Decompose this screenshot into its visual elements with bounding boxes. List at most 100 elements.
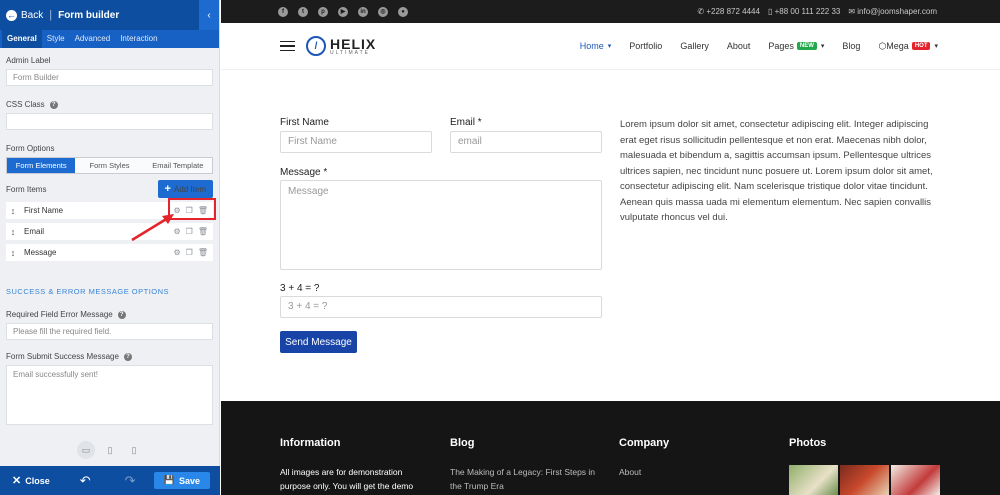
nav-about-label: About bbox=[726, 41, 751, 51]
photo-thumbnail[interactable] bbox=[891, 465, 940, 495]
undo-icon[interactable]: ↶ bbox=[80, 473, 91, 489]
twitter-icon[interactable]: t bbox=[298, 6, 308, 17]
pinterest-icon[interactable]: p bbox=[318, 6, 328, 17]
photo-thumbnail[interactable] bbox=[789, 465, 838, 495]
phone-number: +228 872 4444 bbox=[706, 7, 760, 16]
copy-icon[interactable]: ❐ bbox=[186, 248, 193, 257]
redo-icon[interactable]: ↷ bbox=[125, 473, 136, 489]
tablet-icon[interactable]: ▯ bbox=[101, 441, 119, 459]
message-textarea[interactable]: Message bbox=[280, 180, 602, 270]
back-arrow-icon: ← bbox=[6, 9, 17, 21]
message-label: Message * bbox=[280, 167, 328, 178]
gear-icon[interactable]: ⚙ bbox=[174, 248, 181, 257]
panel-tabs: General Style Advanced Interaction bbox=[0, 30, 219, 48]
tab-interaction[interactable]: Interaction bbox=[115, 30, 162, 48]
save-button[interactable]: 💾 Save bbox=[153, 472, 210, 489]
tab-style[interactable]: Style bbox=[42, 30, 70, 48]
first-name-input[interactable]: First Name bbox=[280, 131, 432, 153]
photo-thumbnail[interactable] bbox=[840, 465, 889, 495]
social-links: f t p ▶ in ◎ ● bbox=[278, 6, 408, 17]
form-options-text: Form Options bbox=[6, 144, 55, 153]
segment-form-elements[interactable]: Form Elements bbox=[7, 158, 76, 173]
help-icon[interactable]: ? bbox=[49, 100, 58, 109]
site-footer: Information All images are for demonstra… bbox=[221, 401, 1000, 495]
mega-menu-icon: ⬡ bbox=[878, 40, 887, 51]
tab-general[interactable]: General bbox=[2, 30, 42, 48]
footer-photos: Photos bbox=[789, 437, 940, 495]
close-label: Close bbox=[25, 475, 50, 486]
facebook-icon[interactable]: f bbox=[278, 6, 288, 17]
form-item-label: Message bbox=[24, 248, 57, 257]
form-item-row[interactable]: ↕ Message ⚙ ❐ 🗑 bbox=[6, 244, 213, 261]
nav-about[interactable]: About bbox=[727, 41, 751, 51]
captcha-input[interactable]: 3 + 4 = ? bbox=[280, 296, 602, 318]
mobile-contact[interactable]: ▯ +88 00 111 222 33 bbox=[768, 7, 840, 16]
add-item-button[interactable]: + Add Item bbox=[157, 180, 213, 198]
instagram-icon[interactable]: ◎ bbox=[378, 6, 388, 17]
footer-blog-link-1[interactable]: The Making of a Legacy: First Steps in bbox=[450, 465, 595, 479]
footer-blog-link-2[interactable]: the Trump Era bbox=[450, 479, 595, 493]
email-input[interactable]: email bbox=[450, 131, 602, 153]
drag-handle-icon[interactable]: ↕ bbox=[6, 248, 20, 258]
form-options-heading: Form Options bbox=[6, 144, 213, 153]
hot-badge: HOT bbox=[911, 42, 931, 50]
form-item-actions: ⚙ ❐ 🗑 bbox=[174, 227, 214, 236]
required-error-heading: Required Field Error Message ? bbox=[6, 310, 213, 319]
css-class-text: CSS Class bbox=[6, 100, 45, 109]
nav-gallery[interactable]: Gallery bbox=[680, 41, 709, 51]
nav-blog[interactable]: Blog bbox=[842, 41, 860, 51]
mobile-icon[interactable]: ▯ bbox=[125, 441, 143, 459]
segment-email-template[interactable]: Email Template bbox=[143, 158, 212, 173]
required-error-input[interactable]: Please fill the required field. bbox=[6, 323, 213, 340]
phone-contact[interactable]: ✆ +228 872 4444 bbox=[697, 7, 760, 16]
youtube-icon[interactable]: ▶ bbox=[338, 6, 348, 17]
css-class-input[interactable] bbox=[6, 113, 213, 130]
help-icon[interactable]: ? bbox=[123, 352, 132, 361]
send-message-button[interactable]: Send Message bbox=[280, 331, 357, 353]
site-logo[interactable]: / HELIX ULTIMATE bbox=[306, 36, 376, 56]
chevron-left-icon: ‹ bbox=[207, 9, 211, 21]
email-contact[interactable]: ✉ info@joomshaper.com bbox=[848, 7, 937, 16]
close-button[interactable]: ✕ Close bbox=[0, 474, 50, 487]
photo-grid bbox=[789, 465, 940, 495]
back-label: Back bbox=[21, 9, 44, 21]
success-message-heading: Form Submit Success Message ? bbox=[6, 352, 213, 361]
hamburger-menu-icon[interactable] bbox=[280, 38, 295, 55]
header-divider: | bbox=[49, 9, 53, 21]
nav-portfolio[interactable]: Portfolio bbox=[629, 41, 662, 51]
plus-icon: + bbox=[164, 183, 171, 195]
desktop-icon[interactable]: ▭ bbox=[77, 441, 95, 459]
nav-mega[interactable]: ⬡ Mega HOT ▾ bbox=[878, 41, 938, 52]
chevron-down-icon: ▾ bbox=[934, 43, 938, 50]
flickr-icon[interactable]: ● bbox=[398, 6, 408, 17]
nav-pages-label: Pages bbox=[768, 41, 794, 51]
admin-label-input[interactable]: Form Builder bbox=[6, 69, 213, 86]
save-label: Save bbox=[178, 475, 200, 486]
form-items-label: Form Items bbox=[6, 184, 47, 194]
logo-mark-icon: / bbox=[306, 36, 326, 56]
success-message-text: Form Submit Success Message bbox=[6, 352, 119, 361]
success-message-textarea[interactable]: Email successfully sent! bbox=[6, 365, 213, 425]
form-item-actions: ⚙ ❐ 🗑 bbox=[174, 248, 214, 257]
copy-icon[interactable]: ❐ bbox=[186, 227, 193, 236]
trash-icon[interactable]: 🗑 bbox=[198, 227, 208, 236]
form-item-row[interactable]: ↕ Email ⚙ ❐ 🗑 bbox=[6, 223, 213, 240]
footer-company-title: Company bbox=[619, 437, 670, 449]
linkedin-icon[interactable]: in bbox=[358, 6, 368, 17]
segment-form-styles[interactable]: Form Styles bbox=[75, 158, 144, 173]
footer-company: Company About bbox=[619, 437, 669, 479]
collapse-panel-button[interactable]: ‹ bbox=[199, 0, 219, 30]
tab-advanced[interactable]: Advanced bbox=[70, 30, 116, 48]
footer-information-title: Information bbox=[280, 437, 341, 449]
back-button[interactable]: ← Back bbox=[0, 9, 44, 21]
nav-pages[interactable]: Pages NEW ▾ bbox=[768, 41, 824, 51]
drag-handle-icon[interactable]: ↕ bbox=[6, 227, 20, 237]
trash-icon[interactable]: 🗑 bbox=[198, 248, 208, 257]
logo-tagline: ULTIMATE bbox=[330, 49, 370, 56]
nav-home[interactable]: Home ▾ bbox=[580, 41, 612, 51]
footer-company-link-about[interactable]: About bbox=[619, 465, 669, 479]
css-class-heading: CSS Class ? bbox=[6, 100, 213, 109]
help-icon[interactable]: ? bbox=[117, 310, 126, 319]
drag-handle-icon[interactable]: ↕ bbox=[6, 206, 20, 216]
chevron-down-icon: ▾ bbox=[607, 43, 612, 50]
